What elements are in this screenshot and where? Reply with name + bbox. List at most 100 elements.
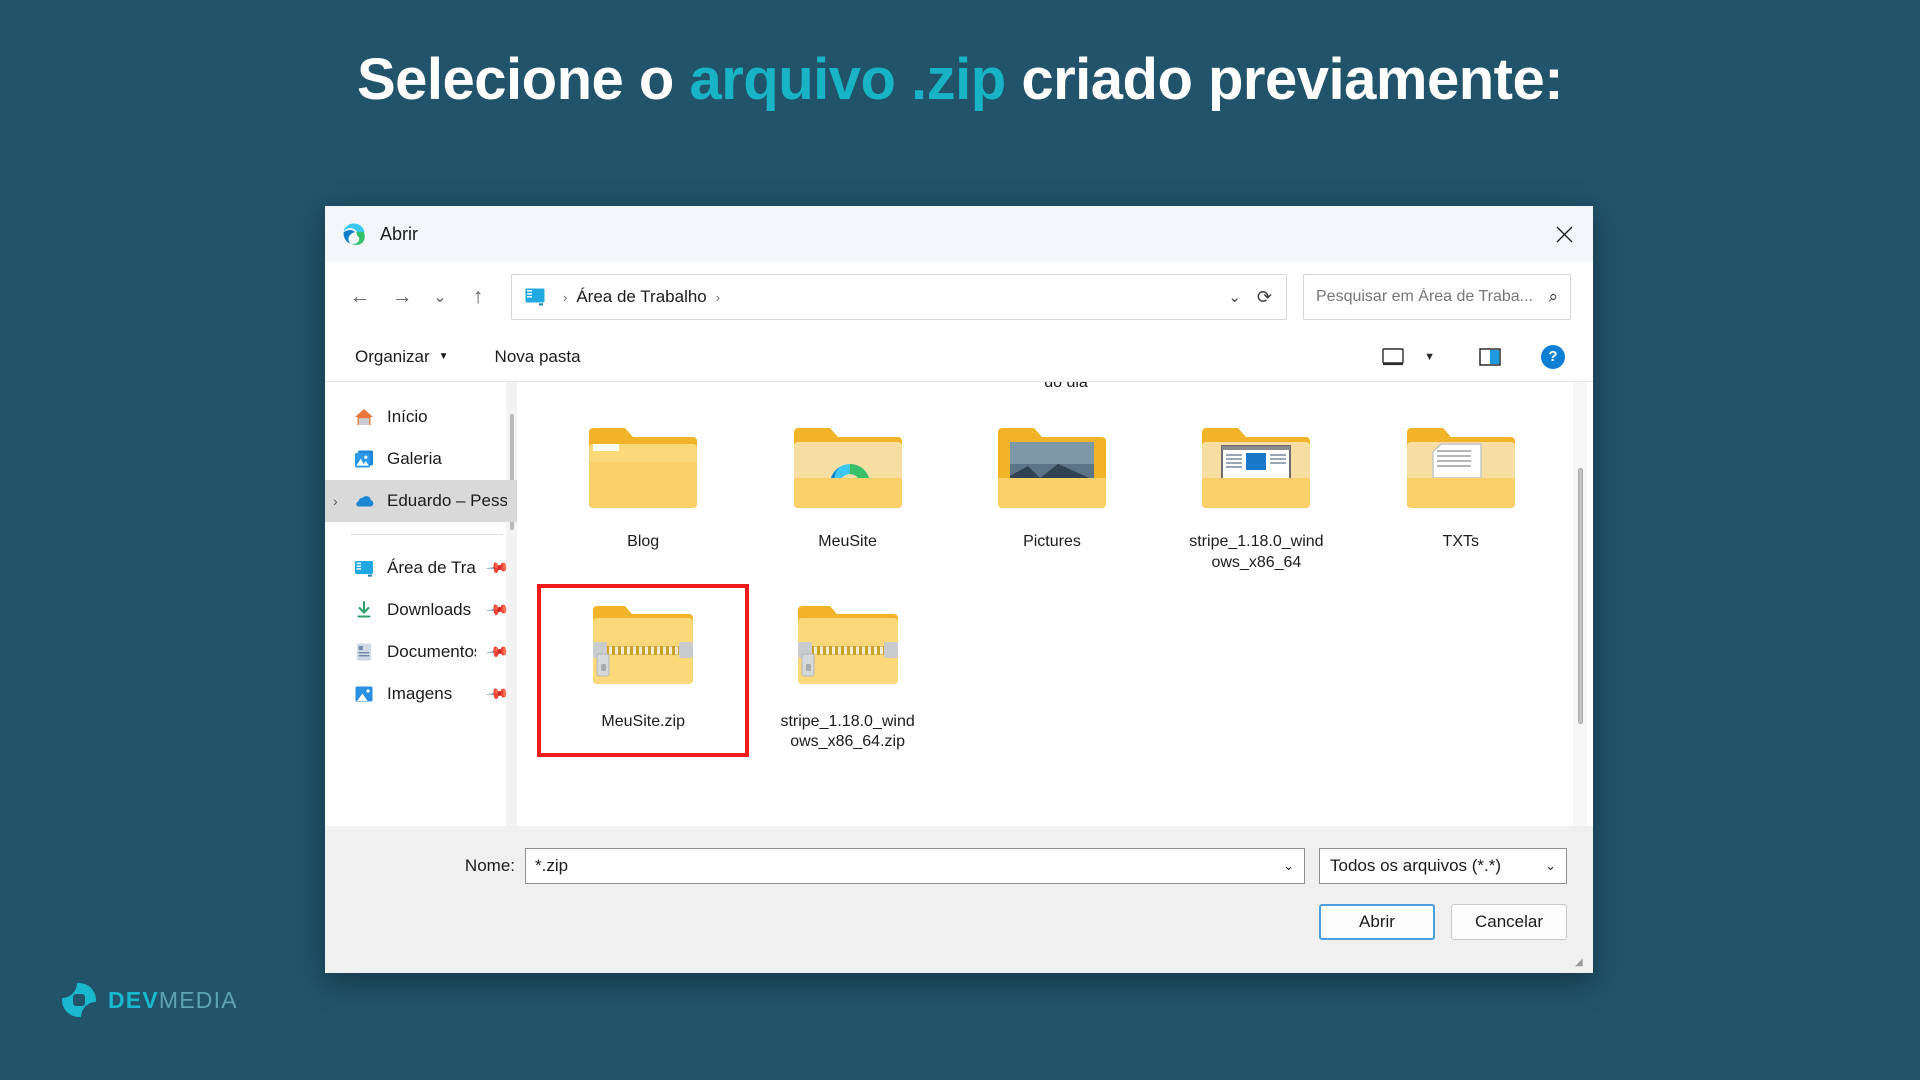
devmedia-media: MEDIA: [158, 986, 238, 1013]
folder-document-icon: [1192, 416, 1320, 520]
file-item-pictures[interactable]: Pictures: [950, 408, 1154, 574]
home-icon: [355, 409, 373, 425]
sidebar-item-downloads[interactable]: Downloads 📌: [325, 589, 517, 631]
sidebar-item-area-de-trabalho[interactable]: Área de Trabal 📌: [325, 547, 517, 589]
file-name: stripe_1.18.0_windows_x86_64.zip: [780, 712, 915, 751]
pictures-icon: [355, 686, 373, 702]
downloads-icon: [357, 601, 371, 618]
page-title: Selecione o arquivo .zip criado previame…: [0, 46, 1920, 113]
organize-label: Organizar: [355, 346, 430, 366]
file-list-area: do dia Blog MeuSite Pictures stripe_1.18…: [517, 382, 1593, 826]
navigation-bar: ← → ⌄ ↑ › Área de Trabalho › ⌄ ⟳ Pesquis…: [325, 262, 1593, 332]
sidebar-item-galeria[interactable]: Galeria: [325, 438, 517, 480]
dialog-body: Início Galeria › Eduardo – Pess Área de …: [325, 382, 1593, 826]
organize-button[interactable]: Organizar ▼: [343, 341, 461, 373]
sidebar-item-inicio[interactable]: Início: [325, 396, 517, 438]
file-type-filter-select[interactable]: Todos os arquivos (*.*) ⌄: [1319, 848, 1567, 884]
help-glyph: ?: [1548, 348, 1558, 365]
help-icon[interactable]: ?: [1533, 341, 1573, 373]
sidebar-item-label: Imagens: [387, 684, 453, 703]
dialog-title: Abrir: [380, 223, 419, 244]
close-icon[interactable]: [1541, 213, 1587, 255]
filename-label: Nome:: [464, 856, 515, 875]
file-item-stripe-folder[interactable]: stripe_1.18.0_windows_x86_64: [1154, 408, 1358, 574]
search-placeholder: Pesquisar em Área de Traba...: [1316, 288, 1533, 305]
address-bar[interactable]: › Área de Trabalho › ⌄ ⟳: [511, 274, 1287, 320]
cancel-button[interactable]: Cancelar: [1451, 904, 1567, 940]
file-item-stripe-zip[interactable]: stripe_1.18.0_windows_x86_64.zip: [745, 588, 949, 754]
devmedia-logo-icon: [62, 983, 96, 1017]
headline-part2: criado previamente:: [1005, 47, 1564, 112]
search-icon: ⌕: [1548, 287, 1558, 306]
view-chevron-down-icon[interactable]: ▼: [1416, 347, 1443, 367]
file-item-meusite[interactable]: MeuSite: [745, 408, 949, 574]
file-item-txts[interactable]: TXTs: [1359, 408, 1563, 574]
filename-value: *.zip: [535, 856, 569, 875]
devmedia-wordmark: DEVMEDIA: [108, 987, 238, 1014]
file-name: TXTs: [1442, 533, 1479, 550]
file-name: stripe_1.18.0_windows_x86_64: [1189, 533, 1324, 571]
view-layout-icon[interactable]: [1374, 344, 1412, 370]
sidebar-item-label: Eduardo – Pessoa: [387, 491, 507, 510]
file-name: MeuSite.zip: [601, 712, 685, 730]
desktop-icon: [525, 288, 545, 306]
onedrive-icon: [356, 496, 374, 507]
pin-icon[interactable]: 📌: [485, 681, 511, 707]
up-icon[interactable]: ↑: [457, 277, 499, 317]
address-chevron-down-icon[interactable]: ⌄: [1216, 288, 1253, 306]
file-grid: Blog MeuSite Pictures stripe_1.18.0_wind…: [536, 408, 1563, 758]
sidebar-item-documentos[interactable]: Documentos 📌: [325, 631, 517, 673]
pin-icon[interactable]: 📌: [485, 597, 511, 623]
sidebar-item-imagens[interactable]: Imagens 📌: [325, 673, 517, 715]
organize-caret-icon: ▼: [438, 351, 449, 362]
back-icon[interactable]: ←: [339, 277, 381, 317]
dialog-footer: Nome: *.zip ⌄ Todos os arquivos (*.*) ⌄ …: [325, 826, 1593, 973]
search-input[interactable]: Pesquisar em Área de Traba... ⌕: [1303, 274, 1571, 320]
sidebar-item-label: Área de Trabal: [387, 558, 476, 577]
recent-locations-chevron-down-icon[interactable]: ⌄: [423, 277, 457, 317]
forward-icon[interactable]: →: [381, 277, 423, 317]
breadcrumb-separator-1: ›: [715, 289, 721, 305]
sidebar-divider: [351, 534, 503, 535]
pin-icon[interactable]: 📌: [485, 639, 511, 665]
new-folder-button[interactable]: Nova pasta: [483, 341, 593, 373]
clipped-group-label: do dia: [1044, 382, 1088, 391]
zip-archive-icon: [784, 596, 912, 700]
filename-input[interactable]: *.zip ⌄: [525, 848, 1305, 884]
file-scrollbar-thumb[interactable]: [1578, 468, 1583, 724]
resize-grip-icon[interactable]: ◢: [1575, 957, 1585, 968]
sidebar-item-label: Galeria: [387, 449, 442, 468]
documents-icon: [357, 643, 371, 661]
headline-part1: Selecione o: [356, 47, 690, 112]
breadcrumb-separator-0: ›: [563, 289, 568, 305]
filename-chevron-down-icon[interactable]: ⌄: [1283, 858, 1294, 874]
edge-logo-icon: [343, 223, 365, 245]
open-file-dialog: Abrir ← → ⌄ ↑ › Área de Trabalho › ⌄ ⟳ P…: [325, 206, 1593, 973]
file-item-blog[interactable]: Blog: [541, 408, 745, 574]
devmedia-dev: DEV: [108, 986, 159, 1013]
sidebar-item-label: Início: [387, 407, 428, 426]
sidebar-item-onedrive[interactable]: › Eduardo – Pessoa: [325, 480, 517, 522]
expand-chevron-right-icon[interactable]: ›: [333, 493, 338, 509]
open-button[interactable]: Abrir: [1319, 904, 1435, 940]
devmedia-logo: DEVMEDIA: [62, 983, 238, 1017]
breadcrumb: › Área de Trabalho ›: [554, 287, 729, 307]
preview-pane-icon[interactable]: [1471, 344, 1509, 370]
navigation-sidebar: Início Galeria › Eduardo – Pess Área de …: [325, 382, 517, 826]
sidebar-item-label: Documentos: [387, 642, 477, 661]
gallery-icon: [355, 450, 373, 468]
file-name: MeuSite: [818, 533, 877, 550]
desktop-icon: [355, 561, 373, 577]
dialog-titlebar: Abrir: [325, 206, 1593, 262]
pin-icon[interactable]: 📌: [485, 555, 511, 581]
refresh-icon[interactable]: ⟳: [1253, 287, 1276, 308]
new-folder-label: Nova pasta: [494, 346, 581, 366]
file-name: Pictures: [1023, 533, 1081, 550]
file-item-meusite-zip[interactable]: MeuSite.zip: [536, 583, 750, 758]
folder-photo-icon: [988, 416, 1116, 520]
breadcrumb-item-0[interactable]: Área de Trabalho: [576, 287, 706, 307]
folder-edge-icon: [784, 416, 912, 520]
filter-chevron-down-icon[interactable]: ⌄: [1545, 858, 1556, 874]
zip-archive-icon: [579, 596, 707, 700]
dialog-toolbar: Organizar ▼ Nova pasta ▼ ?: [325, 332, 1593, 382]
